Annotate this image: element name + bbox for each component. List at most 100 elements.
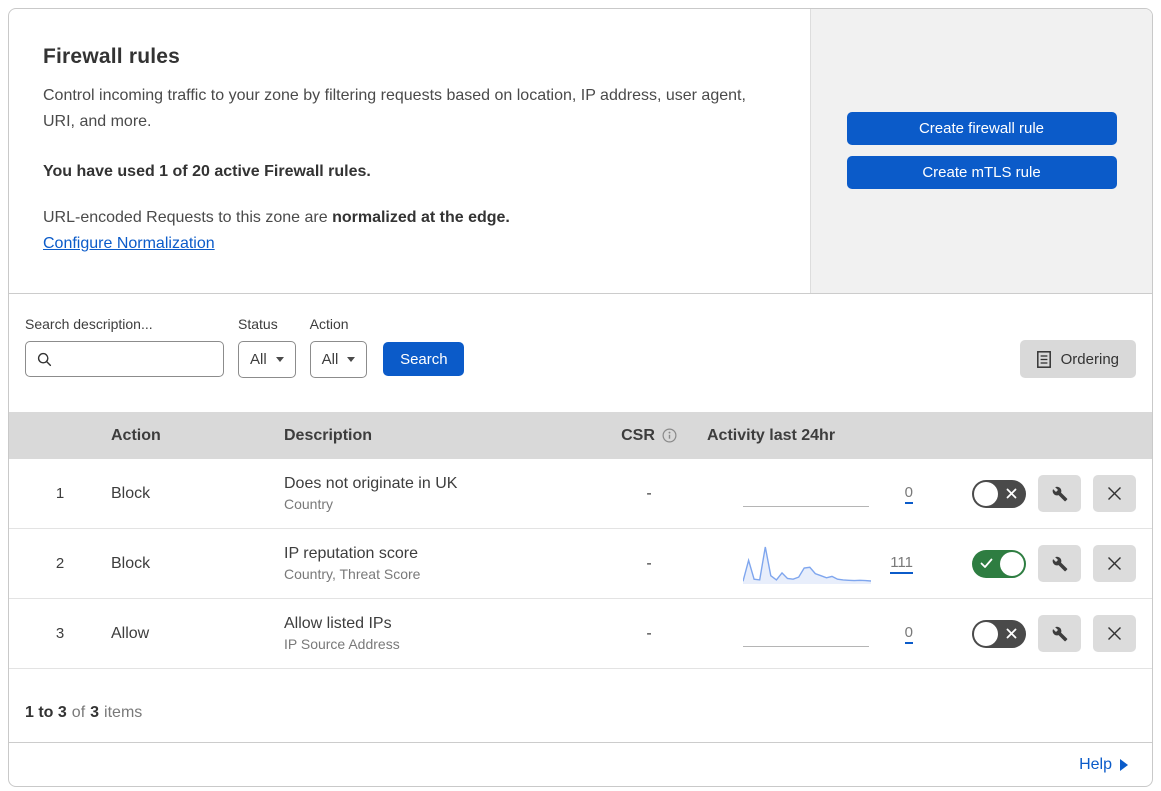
toggle-knob xyxy=(974,621,998,646)
normalization-bold: normalized at the edge. xyxy=(332,208,510,226)
items-label: items xyxy=(104,703,143,721)
configure-normalization-link[interactable]: Configure Normalization xyxy=(43,235,215,253)
of-label: of xyxy=(71,703,86,721)
status-filter-group: Status All xyxy=(238,316,296,378)
wrench-icon xyxy=(1052,486,1068,502)
table-row: 3 Allow Allow listed IPs IP Source Addre… xyxy=(9,599,1152,669)
rule-action: Block xyxy=(111,484,151,502)
wrench-icon xyxy=(1052,556,1068,572)
search-box xyxy=(25,341,267,377)
info-icon[interactable] xyxy=(662,428,677,443)
rule-controls xyxy=(927,475,1152,512)
rule-enabled-toggle[interactable] xyxy=(972,619,1026,648)
rule-csr: - xyxy=(646,624,652,642)
rule-priority: 2 xyxy=(55,555,65,572)
csr-label: CSR xyxy=(621,426,655,444)
activity-sparkline xyxy=(743,542,871,586)
rule-action: Block xyxy=(111,554,151,572)
rule-criteria: Country xyxy=(284,496,334,512)
action-dropdown[interactable]: All xyxy=(309,341,368,378)
help-link[interactable]: Help xyxy=(1079,756,1128,774)
ordering-button[interactable]: Ordering xyxy=(1019,340,1136,378)
action-filter-group: Action All xyxy=(309,316,368,378)
filter-bar: Search description... Status All Action … xyxy=(9,294,1152,412)
activity-count-link[interactable]: 111 xyxy=(890,554,913,574)
pagination-summary: 1 to 3 of 3 items xyxy=(9,669,1152,743)
column-action: Action xyxy=(111,426,161,444)
rule-controls xyxy=(927,615,1152,652)
toggle-knob xyxy=(1000,551,1024,576)
delete-rule-button[interactable] xyxy=(1093,545,1136,582)
toggle-check-icon xyxy=(980,557,993,572)
rule-activity-cell: 0 xyxy=(699,612,927,656)
rule-priority: 1 xyxy=(55,485,65,502)
rule-description: IP reputation score xyxy=(284,545,419,562)
activity-sparkline xyxy=(743,472,871,516)
create-mtls-rule-button[interactable]: Create mTLS rule xyxy=(846,156,1117,189)
delete-rule-button[interactable] xyxy=(1093,475,1136,512)
rule-description-cell: Allow listed IPs IP Source Address xyxy=(284,615,599,652)
chevron-down-icon xyxy=(275,357,284,362)
rule-description-cell: Does not originate in UK Country xyxy=(284,475,599,512)
total-label: 3 xyxy=(90,703,100,721)
table-header: Action Description CSR Activity last 24h… xyxy=(9,412,1152,459)
wrench-icon xyxy=(1052,626,1068,642)
overview-section: Firewall rules Control incoming traffic … xyxy=(9,9,1152,294)
ordering-label: Ordering xyxy=(1060,350,1119,368)
delete-rule-button[interactable] xyxy=(1093,615,1136,652)
rule-controls xyxy=(927,545,1152,582)
firewall-rules-card: Firewall rules Control incoming traffic … xyxy=(8,8,1153,787)
rule-priority: 3 xyxy=(55,625,65,642)
edit-rule-button[interactable] xyxy=(1038,545,1081,582)
chevron-down-icon xyxy=(347,357,356,362)
rule-criteria: IP Source Address xyxy=(284,636,400,652)
column-activity: Activity last 24hr xyxy=(707,426,836,444)
edit-rule-button[interactable] xyxy=(1038,475,1081,512)
toggle-knob xyxy=(974,481,998,506)
usage-summary: You have used 1 of 20 active Firewall ru… xyxy=(43,162,371,180)
action-value: All xyxy=(321,351,339,368)
activity-count-link[interactable]: 0 xyxy=(904,624,913,644)
activity-sparkline xyxy=(743,612,871,656)
table-row: 2 Block IP reputation score Country, Thr… xyxy=(9,529,1152,599)
search-group: Search description... xyxy=(25,316,267,377)
rule-criteria: Country, Threat Score xyxy=(284,566,421,582)
status-label: Status xyxy=(238,316,278,332)
page-description: Control incoming traffic to your zone by… xyxy=(43,87,746,131)
column-csr: CSR xyxy=(599,427,699,445)
search-icon xyxy=(37,352,52,367)
create-firewall-rule-button[interactable]: Create firewall rule xyxy=(846,112,1117,145)
help-bar: Help xyxy=(9,743,1152,786)
search-label: Search description... xyxy=(25,316,153,332)
search-button[interactable]: Search xyxy=(383,342,465,376)
page-title: Firewall rules xyxy=(43,45,181,68)
help-label: Help xyxy=(1079,755,1112,773)
toggle-x-icon xyxy=(1006,627,1017,642)
rule-description-cell: IP reputation score Country, Threat Scor… xyxy=(284,545,599,582)
rule-csr: - xyxy=(646,484,652,502)
edit-rule-button[interactable] xyxy=(1038,615,1081,652)
column-description: Description xyxy=(284,426,373,444)
overview-text: Firewall rules Control incoming traffic … xyxy=(9,9,810,293)
rule-enabled-toggle[interactable] xyxy=(972,549,1026,578)
rule-activity-cell: 0 xyxy=(699,472,927,516)
range-label: 1 to 3 xyxy=(25,703,67,721)
activity-count-link[interactable]: 0 xyxy=(904,484,913,504)
rule-action: Allow xyxy=(111,624,150,642)
search-input[interactable] xyxy=(52,342,267,376)
normalization-prefix: URL-encoded Requests to this zone are xyxy=(43,208,333,226)
rule-description: Allow listed IPs xyxy=(284,615,392,632)
close-icon xyxy=(1107,626,1122,641)
action-label: Action xyxy=(309,316,349,332)
rule-csr: - xyxy=(646,554,652,572)
normalization-note: URL-encoded Requests to this zone are no… xyxy=(43,209,780,227)
close-icon xyxy=(1107,486,1122,501)
rule-description: Does not originate in UK xyxy=(284,475,458,492)
ordering-list-icon xyxy=(1036,350,1051,368)
table-row: 1 Block Does not originate in UK Country… xyxy=(9,459,1152,529)
toggle-x-icon xyxy=(1006,487,1017,502)
help-arrow-icon xyxy=(1120,758,1128,771)
actions-panel: Create firewall rule Create mTLS rule xyxy=(810,9,1152,293)
status-dropdown[interactable]: All xyxy=(238,341,296,378)
rule-enabled-toggle[interactable] xyxy=(972,479,1026,508)
